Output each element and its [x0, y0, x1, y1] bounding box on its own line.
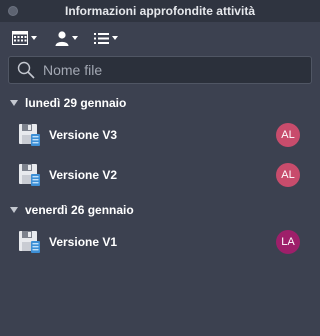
search-input[interactable] [43, 58, 311, 82]
avatar[interactable]: AL [276, 163, 300, 187]
close-window-button[interactable] [8, 6, 18, 16]
version-label: Versione V2 [49, 168, 118, 182]
version-row[interactable]: Versione V3 AL [0, 118, 320, 152]
window-title: Informazioni approfondite attività [64, 4, 255, 18]
title-bar: Informazioni approfondite attività [0, 0, 320, 22]
version-label: Versione V3 [49, 128, 118, 142]
file-version-icon [19, 124, 40, 146]
chevron-down-icon [72, 36, 78, 40]
chevron-down-icon [31, 36, 37, 40]
file-version-icon [19, 164, 40, 186]
collapse-arrow-icon [10, 100, 18, 106]
list-icon [94, 32, 109, 44]
date-group-label: lunedì 29 gennaio [25, 96, 127, 110]
collapse-arrow-icon [10, 207, 18, 213]
toolbar [0, 22, 320, 54]
calendar-filter-button[interactable] [12, 26, 37, 50]
avatar[interactable]: AL [276, 123, 300, 147]
version-row[interactable]: Versione V2 AL [0, 158, 320, 192]
avatar[interactable]: LA [276, 230, 300, 254]
user-icon [55, 30, 69, 46]
date-group-label: venerdì 26 gennaio [25, 203, 134, 217]
date-group-header[interactable]: venerdì 26 gennaio [0, 200, 320, 220]
chevron-down-icon [112, 36, 118, 40]
calendar-icon [12, 31, 28, 45]
search-icon [17, 61, 35, 79]
list-view-button[interactable] [94, 26, 118, 50]
file-version-icon [19, 231, 40, 253]
search-box [8, 56, 312, 84]
version-label: Versione V1 [49, 235, 118, 249]
version-row[interactable]: Versione V1 LA [0, 225, 320, 259]
date-group-header[interactable]: lunedì 29 gennaio [0, 93, 320, 113]
user-filter-button[interactable] [55, 26, 78, 50]
